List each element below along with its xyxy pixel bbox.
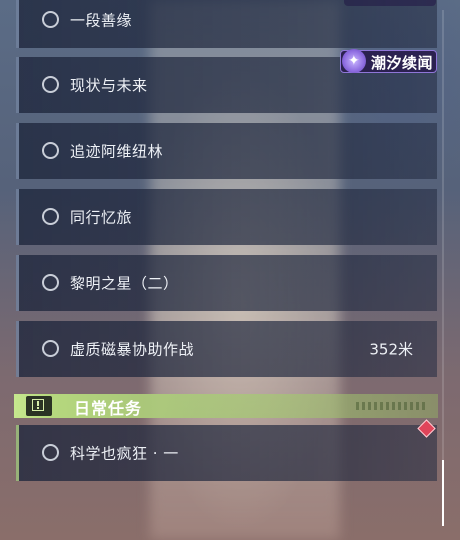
- quest-status-circle-icon: [42, 76, 59, 93]
- quest-status-circle-icon: [42, 11, 59, 28]
- scrollbar-track[interactable]: [442, 10, 444, 526]
- section-title: 日常任务: [74, 399, 143, 418]
- exclamation-box-icon: [26, 396, 52, 416]
- quest-title: 一段善缘: [70, 11, 133, 30]
- quest-status-circle-icon: [42, 340, 59, 357]
- quest-row-6[interactable]: 虚质磁暴协助作战 352米: [16, 321, 437, 377]
- daily-quests-section-header[interactable]: 日常任务: [14, 394, 438, 418]
- sparkle-star-icon: ✦: [342, 49, 366, 73]
- decorative-stripes: [356, 402, 426, 410]
- quest-title: 科学也疯狂 · 一: [70, 444, 179, 463]
- quest-title: 现状与未来: [70, 76, 148, 95]
- scrollbar-thumb[interactable]: [442, 460, 444, 526]
- quest-row-1[interactable]: 一段善缘: [16, 0, 437, 48]
- quest-title: 黎明之星（二）: [70, 274, 179, 293]
- quest-title: 虚质磁暴协助作战: [70, 340, 195, 359]
- quest-row-5[interactable]: 黎明之星（二）: [16, 255, 437, 311]
- quest-status-circle-icon: [42, 274, 59, 291]
- quest-title: 追迹阿维纽林: [70, 142, 164, 161]
- event-tag-label: 潮汐续闻: [371, 54, 434, 72]
- quest-distance: 352米: [369, 340, 413, 359]
- daily-quest-row-1[interactable]: 科学也疯狂 · 一: [16, 425, 437, 481]
- quest-row-4[interactable]: 同行忆旅: [16, 189, 437, 245]
- quest-status-circle-icon: [42, 142, 59, 159]
- event-tag-badge: ✦ 潮汐续闻: [340, 49, 437, 73]
- quest-status-circle-icon: [42, 208, 59, 225]
- quest-row-3[interactable]: 追迹阿维纽林: [16, 123, 437, 179]
- quest-title: 同行忆旅: [70, 208, 133, 227]
- quest-status-circle-icon: [42, 444, 59, 461]
